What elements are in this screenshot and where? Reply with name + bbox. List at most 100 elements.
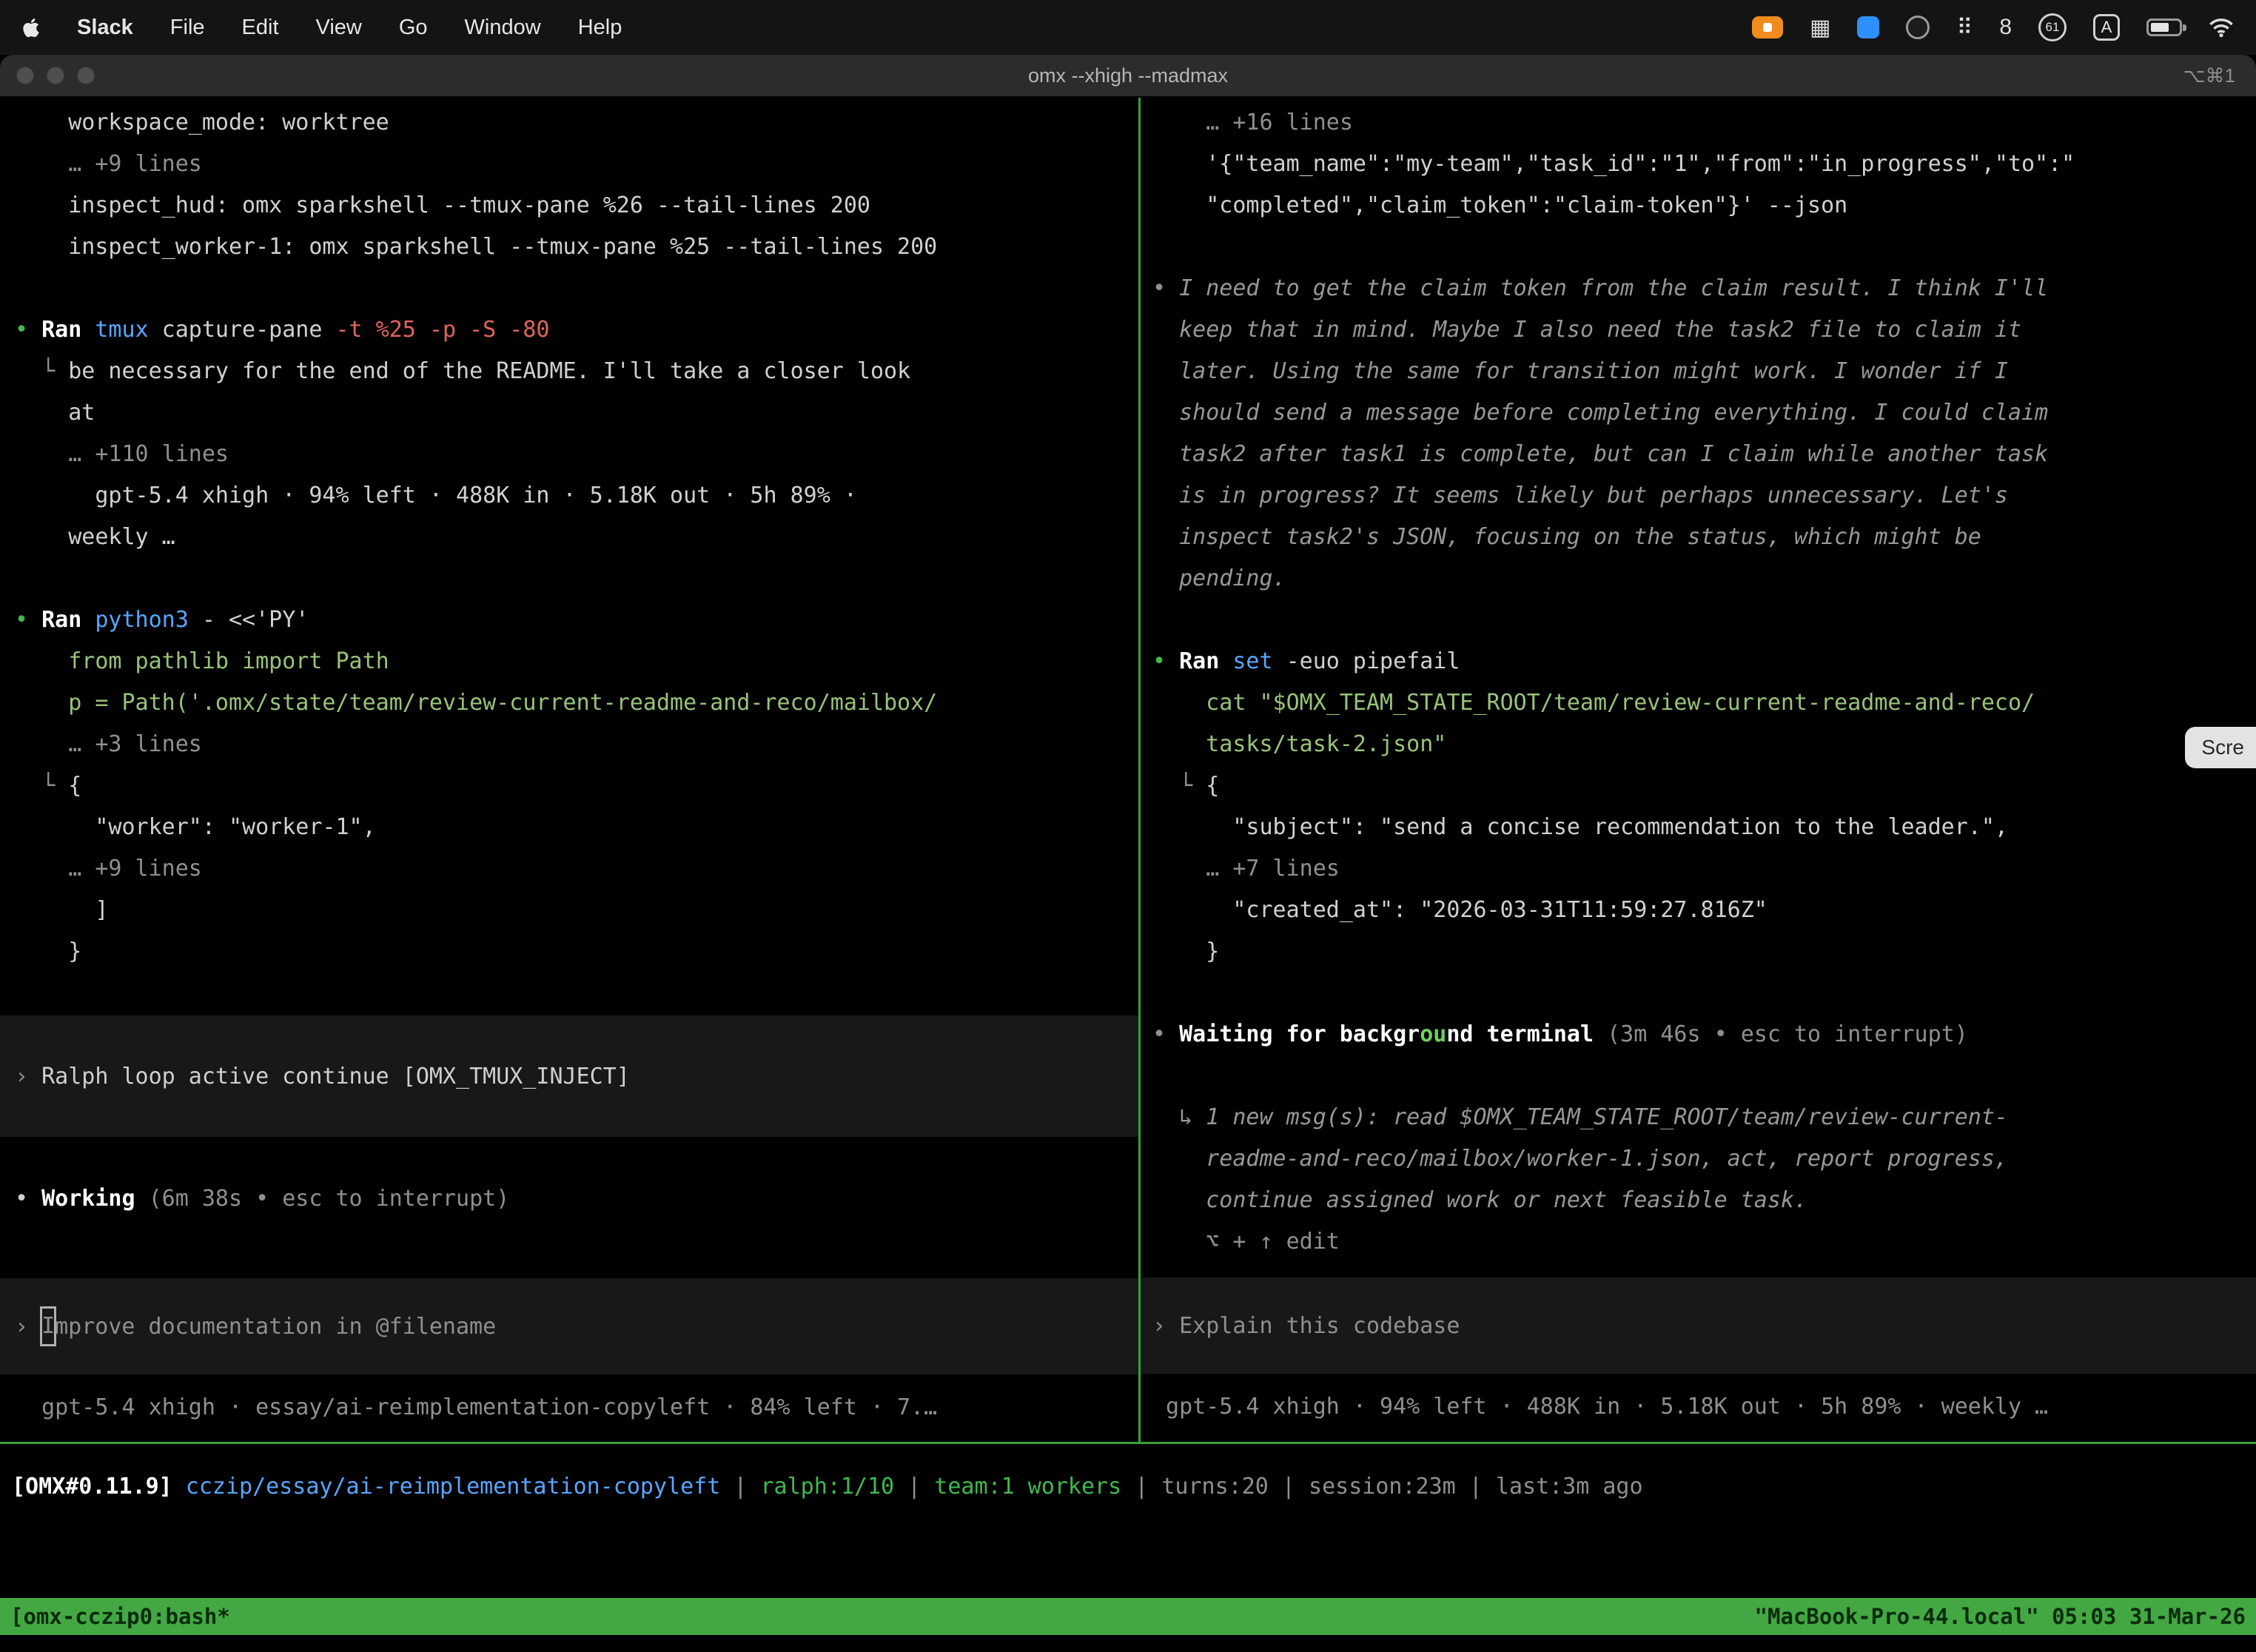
left-queued-message[interactable]: › Ralph loop active continue [OMX_TMUX_I… <box>0 1015 1138 1137</box>
wifi-icon[interactable] <box>2209 18 2234 38</box>
traffic-lights <box>0 67 95 84</box>
prompt-chevron-icon: › <box>15 1064 41 1089</box>
terminal-line: ⌥ + ↑ edit <box>1152 1221 2256 1263</box>
terminal-line: ↳ 1 new msg(s): read $OMX_TEAM_STATE_ROO… <box>1152 1097 2256 1138</box>
terminal-line: [OMX#0.11.9] cczip/essay/ai-reimplementa… <box>12 1466 2256 1508</box>
tmux-panes: workspace_mode: worktree … +9 lines insp… <box>0 98 2256 1442</box>
queued-message-text: Ralph loop active continue [OMX_TMUX_INJ… <box>41 1064 630 1089</box>
terminal-window: workspace_mode: worktree … +9 lines insp… <box>0 98 2256 1635</box>
left-model-status: gpt-5.4 xhigh · essay/ai-reimplementatio… <box>15 1387 1138 1428</box>
terminal-line: "subject": "send a concise recommendatio… <box>1152 807 2256 848</box>
terminal-line: task2 after task1 is complete, but can I… <box>1152 434 2256 475</box>
terminal-line: continue assigned work or next feasible … <box>1152 1180 2256 1221</box>
right-composer-input[interactable]: › Explain this codebase <box>1141 1277 2256 1374</box>
tmux-status-bar: [omx-cczip0:bash* "MacBook-Pro-44.local"… <box>0 1598 2256 1635</box>
macos-menubar: Slack File Edit View Go Window Help ▦ ⠿ 8 61 A <box>0 0 2256 55</box>
apple-menu-icon[interactable] <box>22 17 40 38</box>
prompt-chevron-icon: › <box>1152 1313 1179 1339</box>
close-button[interactable] <box>16 67 34 84</box>
record-dot-icon <box>1763 23 1772 32</box>
prompt-chevron-icon: › <box>15 1314 41 1340</box>
terminal-line: … +16 lines <box>1152 102 2256 144</box>
battery-percent-badge[interactable]: 61 <box>2038 13 2067 41</box>
battery-icon[interactable] <box>2146 19 2182 36</box>
window-title: omx --xhigh --madmax <box>1028 64 1228 87</box>
terminal-line: '{"team_name":"my-team","task_id":"1","f… <box>1152 144 2256 185</box>
terminal-line: "created_at": "2026-03-31T11:59:27.816Z" <box>1152 890 2256 931</box>
composer-placeholder: mprove documentation in @filename <box>55 1314 496 1340</box>
terminal-line: weekly … <box>15 517 1138 558</box>
terminal-line: • Working (6m 38s • esc to interrupt) <box>15 1178 1138 1220</box>
terminal-line <box>1152 973 2256 1014</box>
left-composer-input[interactable]: › Improve documentation in @filename <box>0 1278 1138 1374</box>
menubar-menus: Slack File Edit View Go Window Help <box>77 16 622 40</box>
menubar-item-view[interactable]: View <box>316 16 362 40</box>
right-model-status: gpt-5.4 xhigh · 94% left · 488K in · 5.1… <box>1152 1386 2256 1428</box>
app-icon-8[interactable]: 8 <box>1999 15 2012 40</box>
tmux-pane-right[interactable]: … +16 lines '{"team_name":"my-team","tas… <box>1141 98 2256 1442</box>
menubar-item-go[interactable]: Go <box>399 16 428 40</box>
terminal-line: • Waiting for background terminal (3m 46… <box>1152 1014 2256 1055</box>
terminal-line: … +110 lines <box>15 434 1138 475</box>
terminal-line: keep that in mind. Maybe I also need the… <box>1152 309 2256 351</box>
terminal-line: from pathlib import Path <box>15 641 1138 682</box>
terminal-line: inspect_hud: omx sparkshell --tmux-pane … <box>15 185 1138 226</box>
omx-hud-status: [OMX#0.11.9] cczip/essay/ai-reimplementa… <box>12 1466 2256 1508</box>
screen-overlay-button[interactable]: Scre <box>2185 727 2256 768</box>
terminal-line: └ { <box>1152 765 2256 807</box>
terminal-line <box>1152 226 2256 268</box>
tmux-pane-left[interactable]: workspace_mode: worktree … +9 lines insp… <box>0 98 1138 1442</box>
omx-hud-pane: [OMX#0.11.9] cczip/essay/ai-reimplementa… <box>0 1444 2256 1598</box>
terminal-line: should send a message before completing … <box>1152 392 2256 434</box>
terminal-line: at <box>15 392 1138 434</box>
terminal-line: └ be necessary for the end of the README… <box>15 351 1138 392</box>
terminal-line <box>15 268 1138 309</box>
terminal-line: └ { <box>15 765 1138 807</box>
terminal-line: ] <box>15 890 1138 931</box>
terminal-line <box>15 558 1138 600</box>
terminal-line: gpt-5.4 xhigh · 94% left · 488K in · 5.1… <box>15 475 1138 517</box>
terminal-line <box>1152 1055 2256 1097</box>
terminal-line: readme-and-reco/mailbox/worker-1.json, a… <box>1152 1138 2256 1180</box>
minimize-button[interactable] <box>47 67 64 84</box>
tmux-session-window: [omx-cczip0:bash* <box>10 1604 230 1629</box>
menubar-item-slack[interactable]: Slack <box>77 16 133 40</box>
app-icon-dark[interactable] <box>1906 16 1930 39</box>
terminal-line: • I need to get the claim token from the… <box>1152 268 2256 309</box>
window-titlebar[interactable]: omx --xhigh --madmax ⌥⌘1 <box>0 55 2256 98</box>
dots-grid-icon[interactable]: ⠿ <box>1956 15 1973 41</box>
grid-icon[interactable]: ▦ <box>1810 15 1830 41</box>
terminal-line: } <box>15 931 1138 973</box>
terminal-line: • Ran tmux capture-pane -t %25 -p -S -80 <box>15 309 1138 351</box>
terminal-cursor: I <box>41 1308 55 1345</box>
battery-level <box>2151 23 2169 32</box>
terminal-line: … +9 lines <box>15 144 1138 185</box>
menubar-item-file[interactable]: File <box>170 16 205 40</box>
terminal-line: cat "$OMX_TEAM_STATE_ROOT/team/review-cu… <box>1152 682 2256 724</box>
terminal-line: • Ran python3 - <<'PY' <box>15 600 1138 641</box>
terminal-line <box>1152 600 2256 641</box>
terminal-line: "worker": "worker-1", <box>15 807 1138 848</box>
terminal-line: workspace_mode: worktree <box>15 102 1138 144</box>
terminal-line: • Ran set -euo pipefail <box>1152 641 2256 682</box>
terminal-line: tasks/task-2.json" <box>1152 724 2256 765</box>
menubar-item-help[interactable]: Help <box>578 16 622 40</box>
app-icon-blue[interactable] <box>1857 16 1879 38</box>
menubar-status-icons: ▦ ⠿ 8 61 A <box>1752 13 2234 41</box>
window-shortcut-badge: ⌥⌘1 <box>2183 64 2256 87</box>
terminal-line: is in progress? It seems likely but perh… <box>1152 475 2256 517</box>
screen-recording-indicator[interactable] <box>1752 16 1783 38</box>
input-source-icon[interactable]: A <box>2093 14 2120 41</box>
menubar-item-edit[interactable]: Edit <box>242 16 279 40</box>
tmux-host-clock: "MacBook-Pro-44.local" 05:03 31-Mar-26 <box>1755 1604 2246 1629</box>
zoom-button[interactable] <box>77 67 95 84</box>
menubar-left: Slack File Edit View Go Window Help <box>22 16 622 40</box>
right-scrollback: … +16 lines '{"team_name":"my-team","tas… <box>1152 102 2256 1263</box>
terminal-line: inspect_worker-1: omx sparkshell --tmux-… <box>15 226 1138 268</box>
terminal-line: } <box>1152 931 2256 973</box>
left-working-status: • Working (6m 38s • esc to interrupt) <box>15 1178 1138 1220</box>
composer-placeholder: Explain this codebase <box>1179 1313 1460 1339</box>
terminal-line: … +3 lines <box>15 724 1138 765</box>
terminal-line: pending. <box>1152 558 2256 600</box>
menubar-item-window[interactable]: Window <box>465 16 541 40</box>
